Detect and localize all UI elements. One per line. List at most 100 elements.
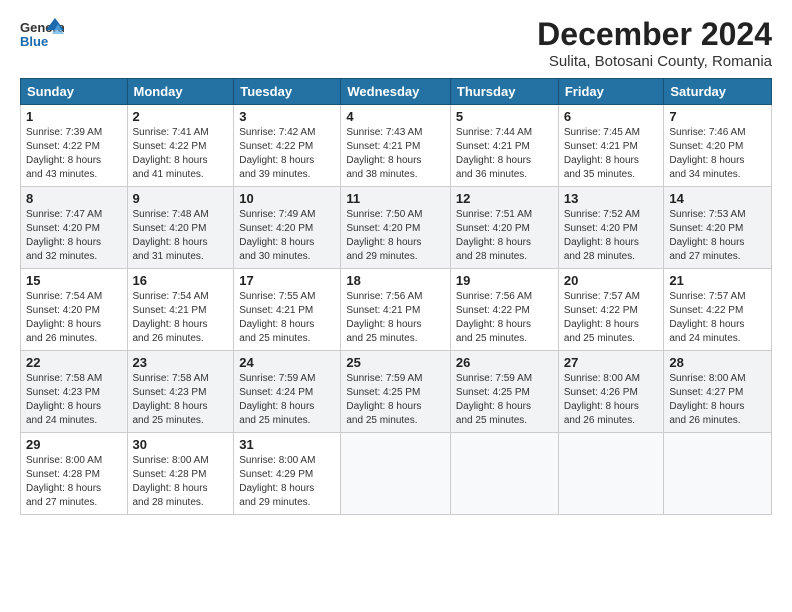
- day-detail: Sunrise: 7:45 AM Sunset: 4:21 PM Dayligh…: [564, 126, 659, 182]
- day-detail: Sunrise: 7:39 AM Sunset: 4:22 PM Dayligh…: [26, 126, 122, 182]
- calendar-cell: 6 Sunrise: 7:45 AM Sunset: 4:21 PM Daylig…: [558, 105, 664, 187]
- day-number: 19: [456, 273, 553, 288]
- calendar-cell: 12 Sunrise: 7:51 AM Sunset: 4:20 PM Dayli…: [450, 187, 558, 269]
- day-number: 3: [239, 109, 335, 124]
- calendar-cell: 8Sunrise: 7:47 AM Sunset: 4:20 PM Daylig…: [21, 187, 128, 269]
- day-number: 8: [26, 191, 122, 206]
- day-number: 29: [26, 437, 122, 452]
- calendar-cell: 7 Sunrise: 7:46 AM Sunset: 4:20 PM Daylig…: [664, 105, 772, 187]
- day-number: 5: [456, 109, 553, 124]
- day-detail: Sunrise: 8:00 AM Sunset: 4:26 PM Dayligh…: [564, 372, 659, 428]
- day-detail: Sunrise: 7:44 AM Sunset: 4:21 PM Dayligh…: [456, 126, 553, 182]
- calendar-cell: 30 Sunrise: 8:00 AM Sunset: 4:28 PM Dayli…: [127, 433, 234, 515]
- day-detail: Sunrise: 7:58 AM Sunset: 4:23 PM Dayligh…: [133, 372, 229, 428]
- day-number: 14: [669, 191, 766, 206]
- day-number: 1: [26, 109, 122, 124]
- calendar-week-row: 29 Sunrise: 8:00 AM Sunset: 4:28 PM Dayli…: [21, 433, 772, 515]
- day-number: 6: [564, 109, 659, 124]
- logo: General Blue: [20, 16, 68, 52]
- calendar-cell: 2Sunrise: 7:41 AM Sunset: 4:22 PM Daylig…: [127, 105, 234, 187]
- day-number: 23: [133, 355, 229, 370]
- calendar-week-row: 22 Sunrise: 7:58 AM Sunset: 4:23 PM Dayli…: [21, 351, 772, 433]
- day-number: 30: [133, 437, 229, 452]
- calendar-cell: 22Sunrise: 7:58 AM Sunset: 4:23 PM Dayli…: [21, 351, 128, 433]
- day-number: 24: [239, 355, 335, 370]
- day-detail: Sunrise: 8:00 AM Sunset: 4:28 PM Dayligh…: [133, 454, 229, 510]
- calendar-cell: 26 Sunrise: 7:59 AM Sunset: 4:25 PM Dayli…: [450, 351, 558, 433]
- header-wednesday: Wednesday: [341, 79, 451, 105]
- calendar-cell: 24Sunrise: 7:59 AM Sunset: 4:24 PM Dayli…: [234, 351, 341, 433]
- main-title: December 2024: [537, 16, 772, 53]
- calendar-cell: 15Sunrise: 7:54 AM Sunset: 4:20 PM Dayli…: [21, 269, 128, 351]
- header-friday: Friday: [558, 79, 664, 105]
- day-detail: Sunrise: 8:00 AM Sunset: 4:29 PM Dayligh…: [239, 454, 335, 510]
- calendar-cell: 28Sunrise: 8:00 AM Sunset: 4:27 PM Dayli…: [664, 351, 772, 433]
- day-number: 18: [346, 273, 445, 288]
- day-number: 20: [564, 273, 659, 288]
- day-number: 26: [456, 355, 553, 370]
- day-detail: Sunrise: 7:53 AM Sunset: 4:20 PM Dayligh…: [669, 208, 766, 264]
- calendar-cell: 16 Sunrise: 7:54 AM Sunset: 4:21 PM Dayli…: [127, 269, 234, 351]
- calendar-cell: 1 Sunrise: 7:39 AM Sunset: 4:22 PM Daylig…: [21, 105, 128, 187]
- calendar-cell: 3 Sunrise: 7:42 AM Sunset: 4:22 PM Daylig…: [234, 105, 341, 187]
- header: General Blue December 2024 Sulita, Botos…: [20, 16, 772, 70]
- header-thursday: Thursday: [450, 79, 558, 105]
- day-number: 22: [26, 355, 122, 370]
- calendar-cell: [664, 433, 772, 515]
- day-detail: Sunrise: 7:59 AM Sunset: 4:25 PM Dayligh…: [456, 372, 553, 428]
- day-detail: Sunrise: 7:51 AM Sunset: 4:20 PM Dayligh…: [456, 208, 553, 264]
- day-number: 27: [564, 355, 659, 370]
- day-detail: Sunrise: 8:00 AM Sunset: 4:28 PM Dayligh…: [26, 454, 122, 510]
- calendar-cell: 29 Sunrise: 8:00 AM Sunset: 4:28 PM Dayli…: [21, 433, 128, 515]
- calendar-cell: 21 Sunrise: 7:57 AM Sunset: 4:22 PM Dayli…: [664, 269, 772, 351]
- calendar-cell: 10Sunrise: 7:49 AM Sunset: 4:20 PM Dayli…: [234, 187, 341, 269]
- day-number: 21: [669, 273, 766, 288]
- day-number: 12: [456, 191, 553, 206]
- day-number: 31: [239, 437, 335, 452]
- calendar-cell: [341, 433, 451, 515]
- day-detail: Sunrise: 7:42 AM Sunset: 4:22 PM Dayligh…: [239, 126, 335, 182]
- header-saturday: Saturday: [664, 79, 772, 105]
- calendar-cell: [450, 433, 558, 515]
- subtitle: Sulita, Botosani County, Romania: [537, 53, 772, 70]
- calendar-cell: 18 Sunrise: 7:56 AM Sunset: 4:21 PM Dayli…: [341, 269, 451, 351]
- day-detail: Sunrise: 7:54 AM Sunset: 4:21 PM Dayligh…: [133, 290, 229, 346]
- day-detail: Sunrise: 7:43 AM Sunset: 4:21 PM Dayligh…: [346, 126, 445, 182]
- day-number: 4: [346, 109, 445, 124]
- header-tuesday: Tuesday: [234, 79, 341, 105]
- day-detail: Sunrise: 7:56 AM Sunset: 4:21 PM Dayligh…: [346, 290, 445, 346]
- day-detail: Sunrise: 7:56 AM Sunset: 4:22 PM Dayligh…: [456, 290, 553, 346]
- day-detail: Sunrise: 7:55 AM Sunset: 4:21 PM Dayligh…: [239, 290, 335, 346]
- day-number: 17: [239, 273, 335, 288]
- calendar-cell: 5 Sunrise: 7:44 AM Sunset: 4:21 PM Daylig…: [450, 105, 558, 187]
- day-number: 28: [669, 355, 766, 370]
- header-monday: Monday: [127, 79, 234, 105]
- calendar-header-row: Sunday Monday Tuesday Wednesday Thursday…: [21, 79, 772, 105]
- day-detail: Sunrise: 7:46 AM Sunset: 4:20 PM Dayligh…: [669, 126, 766, 182]
- day-detail: Sunrise: 7:57 AM Sunset: 4:22 PM Dayligh…: [669, 290, 766, 346]
- calendar-cell: 20Sunrise: 7:57 AM Sunset: 4:22 PM Dayli…: [558, 269, 664, 351]
- day-number: 16: [133, 273, 229, 288]
- day-number: 9: [133, 191, 229, 206]
- calendar-cell: 27 Sunrise: 8:00 AM Sunset: 4:26 PM Dayli…: [558, 351, 664, 433]
- svg-text:Blue: Blue: [20, 34, 48, 49]
- day-detail: Sunrise: 7:52 AM Sunset: 4:20 PM Dayligh…: [564, 208, 659, 264]
- calendar-week-row: 8Sunrise: 7:47 AM Sunset: 4:20 PM Daylig…: [21, 187, 772, 269]
- page: General Blue December 2024 Sulita, Botos…: [0, 0, 792, 525]
- day-detail: Sunrise: 7:48 AM Sunset: 4:20 PM Dayligh…: [133, 208, 229, 264]
- day-detail: Sunrise: 7:54 AM Sunset: 4:20 PM Dayligh…: [26, 290, 122, 346]
- calendar-week-row: 15Sunrise: 7:54 AM Sunset: 4:20 PM Dayli…: [21, 269, 772, 351]
- calendar-cell: 13 Sunrise: 7:52 AM Sunset: 4:20 PM Dayli…: [558, 187, 664, 269]
- day-number: 2: [133, 109, 229, 124]
- day-detail: Sunrise: 7:50 AM Sunset: 4:20 PM Dayligh…: [346, 208, 445, 264]
- day-number: 7: [669, 109, 766, 124]
- calendar-cell: 4 Sunrise: 7:43 AM Sunset: 4:21 PM Daylig…: [341, 105, 451, 187]
- calendar-cell: [558, 433, 664, 515]
- calendar-cell: 23 Sunrise: 7:58 AM Sunset: 4:23 PM Dayli…: [127, 351, 234, 433]
- calendar-cell: 25Sunrise: 7:59 AM Sunset: 4:25 PM Dayli…: [341, 351, 451, 433]
- day-number: 25: [346, 355, 445, 370]
- day-detail: Sunrise: 7:49 AM Sunset: 4:20 PM Dayligh…: [239, 208, 335, 264]
- day-number: 13: [564, 191, 659, 206]
- calendar-cell: 17 Sunrise: 7:55 AM Sunset: 4:21 PM Dayli…: [234, 269, 341, 351]
- calendar-week-row: 1 Sunrise: 7:39 AM Sunset: 4:22 PM Daylig…: [21, 105, 772, 187]
